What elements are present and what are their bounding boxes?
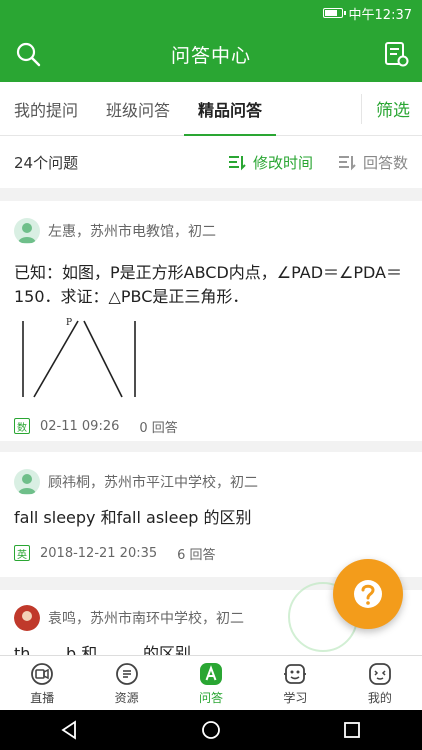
author-info: 左惠，苏州市电教馆，初二 — [48, 224, 216, 240]
nav-label: 学习 — [283, 690, 308, 705]
avatar — [14, 469, 40, 495]
question-time: 2018-12-21 20:35 — [40, 545, 158, 561]
question-text: 已知：如图，P是正方形ABCD内点，∠PAD＝∠PDA＝150．求证：△PBC是… — [14, 263, 402, 306]
tab-class-qa[interactable]: 班级问答 — [92, 82, 184, 136]
document-icon — [115, 662, 138, 685]
question-card[interactable]: 左惠，苏州市电教馆，初二 已知：如图，P是正方形ABCD内点，∠PAD＝∠PDA… — [0, 201, 422, 441]
nav-label: 我的 — [367, 690, 392, 705]
nav-label: 资源 — [114, 690, 139, 705]
sort-bar: 24个问题 修改时间 回答数 — [0, 136, 422, 188]
nav-resources[interactable]: 资源 — [84, 656, 168, 710]
answer-count: 0 回答 — [139, 420, 178, 436]
search-icon[interactable] — [14, 40, 42, 68]
subject-badge: 英 — [14, 545, 30, 561]
sort-by-time-button[interactable]: 修改时间 — [227, 152, 313, 173]
nav-profile[interactable]: 我的 — [338, 656, 422, 710]
battery-icon — [322, 8, 346, 18]
question-card[interactable]: 顾祎桐，苏州市平江中学校，初二 fall sleepy 和fall asleep… — [0, 452, 422, 577]
sort-by-answers-button[interactable]: 回答数 — [337, 152, 408, 173]
live-icon — [31, 662, 54, 685]
tab-label: 精品问答 — [198, 100, 263, 120]
tab-featured-qa[interactable]: 精品问答 — [184, 82, 277, 137]
subject-badge: 数 — [14, 418, 30, 434]
ask-question-button[interactable] — [333, 559, 403, 629]
sort-answers-label: 回答数 — [362, 153, 408, 172]
question-footer: 数 02-11 09:26 0 回答 — [14, 415, 408, 437]
sort-time-label: 修改时间 — [252, 153, 313, 172]
page-title: 问答中心 — [170, 44, 251, 67]
nav-qa[interactable]: 问答 — [169, 656, 253, 710]
question-icon — [354, 580, 382, 608]
sort-icon — [338, 156, 356, 171]
status-time: 中午12:37 — [348, 7, 412, 23]
sort-icon — [228, 156, 246, 171]
tab-label: 班级问答 — [106, 100, 171, 120]
notepad-icon[interactable] — [382, 40, 410, 68]
nav-live[interactable]: 直播 — [0, 656, 84, 710]
back-icon[interactable] — [59, 719, 81, 741]
question-text: fall sleepy 和fall asleep 的区别 — [14, 508, 252, 527]
bottom-nav: 直播 资源 问答 学习 我的 — [0, 655, 422, 710]
filter-button[interactable]: 筛选 — [362, 96, 422, 121]
home-icon[interactable] — [200, 719, 222, 741]
answer-count: 6 回答 — [177, 547, 216, 563]
profile-icon — [368, 662, 391, 685]
tab-bar: 我的提问 班级问答 精品问答 筛选 — [0, 82, 422, 137]
nav-label: 直播 — [30, 690, 55, 705]
system-nav-bar — [0, 710, 422, 750]
question-time: 02-11 09:26 — [40, 418, 120, 434]
question-figure-image: P — [22, 318, 136, 398]
question-meta: 顾祎桐，苏州市平江中学校，初二 — [14, 466, 408, 498]
question-meta: 左惠，苏州市电教馆，初二 — [14, 215, 408, 247]
question-text: th... ...b 和 ... ... 的区别 — [14, 644, 192, 655]
question-count: 24个问题 — [14, 153, 79, 172]
nav-study[interactable]: 学习 — [253, 656, 337, 710]
question-footer: 英 2018-12-21 20:35 6 回答 — [14, 542, 408, 564]
avatar — [14, 218, 40, 244]
nav-label: 问答 — [199, 690, 224, 705]
figure-label-p: P — [66, 318, 72, 328]
tab-label: 我的提问 — [14, 100, 79, 120]
status-bar: 中午12:37 — [0, 0, 422, 26]
recents-icon[interactable] — [341, 719, 363, 741]
app-bar: 问答中心 — [0, 26, 422, 82]
study-icon — [284, 663, 307, 684]
author-info: 袁鸣，苏州市南环中学校，初二 — [48, 611, 244, 627]
author-info: 顾祎桐，苏州市平江中学校，初二 — [48, 475, 258, 491]
avatar — [14, 605, 40, 631]
tab-my-questions[interactable]: 我的提问 — [0, 82, 92, 136]
qa-icon — [200, 662, 223, 685]
